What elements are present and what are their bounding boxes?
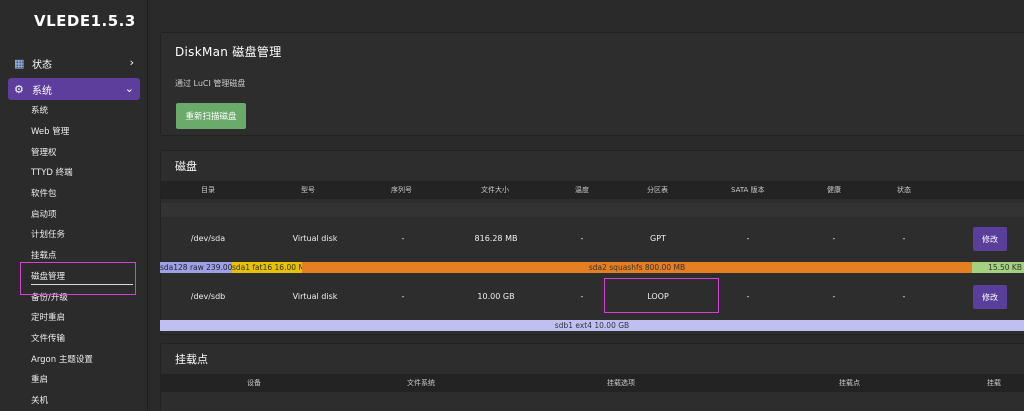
submenu-item-system[interactable]: 系统 (31, 100, 141, 121)
disk-model: Virtual disk (292, 292, 338, 301)
nav-status[interactable]: ▦ 状态 › (8, 52, 140, 74)
col-header-path: 目录 (201, 186, 215, 194)
disks-section-title: 磁盘 (175, 160, 197, 173)
disk-temp: - (580, 234, 584, 243)
disk-serial: - (401, 234, 405, 243)
page-title: DiskMan 磁盘管理 (175, 45, 282, 59)
partition-segment[interactable]: sdb1 ext4 10.00 GB (160, 320, 1024, 331)
dashboard-icon: ▦ (14, 56, 25, 70)
col-header-mount-options: 挂载选项 (607, 379, 635, 387)
submenu-item-ttyd[interactable]: TTYD 终端 (31, 162, 141, 183)
disk-path: /dev/sdb (190, 292, 226, 301)
disk-sata: - (746, 234, 750, 243)
disk-size: 10.00 GB (477, 292, 515, 301)
partition-segment[interactable]: sda1 fat16 16.00 M (232, 262, 305, 273)
col-header-partition-table: 分区表 (647, 186, 668, 194)
disk-status: - (902, 292, 906, 301)
disk-status: - (902, 234, 906, 243)
edit-button-sdb[interactable]: 修改 (973, 285, 1007, 309)
table-spacer-row (161, 203, 1024, 217)
disk-health: - (832, 292, 836, 301)
highlight-box-loop (604, 278, 719, 313)
submenu-item-web-admin[interactable]: Web 管理 (31, 121, 141, 142)
system-submenu: 系统 Web 管理 管理权 TTYD 终端 软件包 启动项 计划任务 挂载点 磁… (31, 100, 141, 410)
gear-icon: ⚙ (14, 82, 24, 96)
submenu-item-file-transfer[interactable]: 文件传输 (31, 328, 141, 349)
col-header-temp: 温度 (575, 186, 589, 194)
disk-temp: - (580, 292, 584, 301)
col-header-status: 状态 (897, 186, 911, 194)
col-header-mount-point: 挂载点 (839, 379, 860, 387)
chevron-down-icon: ⌄ (124, 82, 134, 95)
nav-system-label: 系统 (32, 85, 52, 97)
disk-sata: - (746, 292, 750, 301)
rescan-button[interactable]: 重新扫描磁盘 (176, 103, 246, 129)
submenu-item-reboot[interactable]: 重启 (31, 369, 141, 390)
col-header-mount: 挂载 (987, 379, 1001, 387)
edit-button-sda[interactable]: 修改 (973, 227, 1007, 251)
submenu-item-admin[interactable]: 管理权 (31, 141, 141, 162)
partition-segment[interactable]: sda2 squashfs 800.00 MB (302, 262, 972, 273)
submenu-item-startup[interactable]: 启动项 (31, 203, 141, 224)
disks-table-header: 目录 型号 序列号 文件大小 温度 分区表 SATA 版本 健康 状态 (161, 181, 1024, 199)
submenu-item-packages[interactable]: 软件包 (31, 183, 141, 204)
mounts-section-title: 挂载点 (175, 353, 208, 366)
sidebar: VLEDE1.5.3 ▦ 状态 › ⚙ 系统 ⌄ 系统 Web 管理 管理权 T… (0, 0, 148, 411)
partition-segment[interactable]: 15.50 KB (972, 262, 1024, 273)
diskman-panel: DiskMan 磁盘管理 通过 LuCI 管理磁盘 重新扫描磁盘 (160, 32, 1024, 136)
page-description: 通过 LuCI 管理磁盘 (175, 79, 246, 88)
col-header-serial: 序列号 (391, 186, 412, 194)
disk-path: /dev/sda (190, 234, 226, 243)
partition-bar-sda: sda128 raw 239.00 sda1 fat16 16.00 M sda… (160, 262, 1024, 273)
mounts-table-header: 设备 文件系统 挂载选项 挂载点 挂载 (161, 374, 1024, 392)
disk-partition-table: GPT (650, 234, 666, 243)
submenu-item-shutdown[interactable]: 关机 (31, 390, 141, 411)
col-header-sata: SATA 版本 (731, 186, 765, 194)
disk-health: - (832, 234, 836, 243)
disk-model: Virtual disk (292, 234, 338, 243)
partition-segment[interactable]: sda128 raw 239.00 (160, 262, 232, 273)
disk-size: 816.28 MB (474, 234, 518, 243)
partition-bar-sdb: sdb1 ext4 10.00 GB (160, 320, 1024, 331)
brand-logo: VLEDE1.5.3 (34, 12, 136, 30)
col-header-size: 文件大小 (481, 186, 509, 194)
submenu-item-reboot-schedule[interactable]: 定时重启 (31, 307, 141, 328)
submenu-item-cron[interactable]: 计划任务 (31, 224, 141, 245)
nav-status-label: 状态 (32, 59, 52, 71)
col-header-model: 型号 (301, 186, 315, 194)
highlight-box-diskman (20, 262, 136, 295)
mounts-panel: 挂载点 设备 文件系统 挂载选项 挂载点 挂载 (160, 343, 1024, 411)
col-header-health: 健康 (827, 186, 841, 194)
disks-panel: 磁盘 目录 型号 序列号 文件大小 温度 分区表 SATA 版本 健康 状态 (160, 150, 1024, 335)
disk-serial: - (401, 292, 405, 301)
chevron-right-icon: › (129, 56, 134, 69)
col-header-filesystem: 文件系统 (407, 379, 435, 387)
col-header-device: 设备 (247, 379, 261, 387)
submenu-item-argon[interactable]: Argon 主题设置 (31, 348, 141, 369)
nav-system[interactable]: ⚙ 系统 ⌄ (8, 78, 140, 100)
